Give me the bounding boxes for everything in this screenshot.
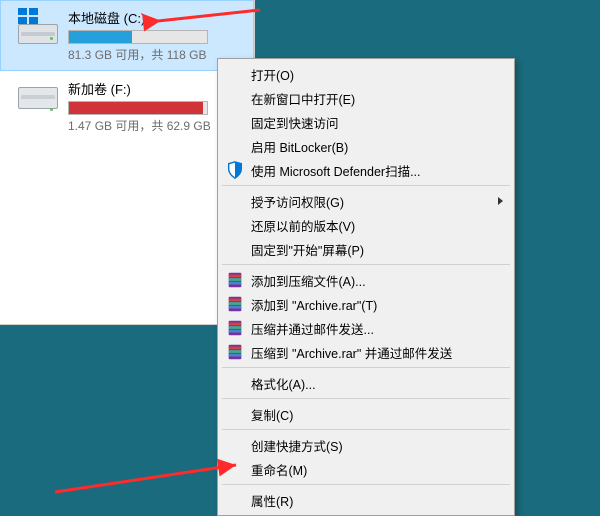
menu-properties[interactable]: 属性(R) xyxy=(221,488,511,512)
shield-icon xyxy=(225,160,245,180)
drive-name: 本地磁盘 (C:) xyxy=(68,8,244,30)
menu-separator xyxy=(222,398,510,399)
menu-rename[interactable]: 重命名(M) xyxy=(221,457,511,481)
menu-pin-quick[interactable]: 固定到快速访问 xyxy=(221,110,511,134)
drive-f[interactable]: 新加卷 (F:) 1.47 GB 可用，共 62.9 GB xyxy=(0,71,254,142)
archive-icon xyxy=(225,342,245,362)
menu-grant-access[interactable]: 授予访问权限(G) xyxy=(221,189,511,213)
chevron-right-icon xyxy=(498,197,503,205)
menu-restore-prev[interactable]: 还原以前的版本(V) xyxy=(221,213,511,237)
menu-compress-name-email[interactable]: 压缩到 "Archive.rar" 并通过邮件发送 xyxy=(221,340,511,364)
menu-separator xyxy=(222,484,510,485)
archive-icon xyxy=(225,270,245,290)
context-menu: 打开(O) 在新窗口中打开(E) 固定到快速访问 启用 BitLocker(B)… xyxy=(217,58,515,516)
drive-icon xyxy=(18,79,58,115)
menu-add-archive-name[interactable]: 添加到 "Archive.rar"(T) xyxy=(221,292,511,316)
menu-copy[interactable]: 复制(C) xyxy=(221,402,511,426)
menu-pin-start[interactable]: 固定到"开始"屏幕(P) xyxy=(221,237,511,261)
menu-bitlocker[interactable]: 启用 BitLocker(B) xyxy=(221,134,511,158)
os-drive-icon xyxy=(18,8,58,44)
drive-c[interactable]: 本地磁盘 (C:) 81.3 GB 可用，共 118 GB xyxy=(0,0,254,71)
menu-defender-scan[interactable]: 使用 Microsoft Defender扫描... xyxy=(221,158,511,182)
usage-bar xyxy=(68,30,208,44)
menu-separator xyxy=(222,185,510,186)
menu-separator xyxy=(222,429,510,430)
archive-icon xyxy=(225,294,245,314)
menu-separator xyxy=(222,367,510,368)
menu-add-archive[interactable]: 添加到压缩文件(A)... xyxy=(221,268,511,292)
menu-separator xyxy=(222,264,510,265)
menu-create-shortcut[interactable]: 创建快捷方式(S) xyxy=(221,433,511,457)
archive-icon xyxy=(225,318,245,338)
usage-bar xyxy=(68,101,208,115)
menu-open-new[interactable]: 在新窗口中打开(E) xyxy=(221,86,511,110)
menu-compress-email[interactable]: 压缩并通过邮件发送... xyxy=(221,316,511,340)
menu-open[interactable]: 打开(O) xyxy=(221,62,511,86)
menu-format[interactable]: 格式化(A)... xyxy=(221,371,511,395)
